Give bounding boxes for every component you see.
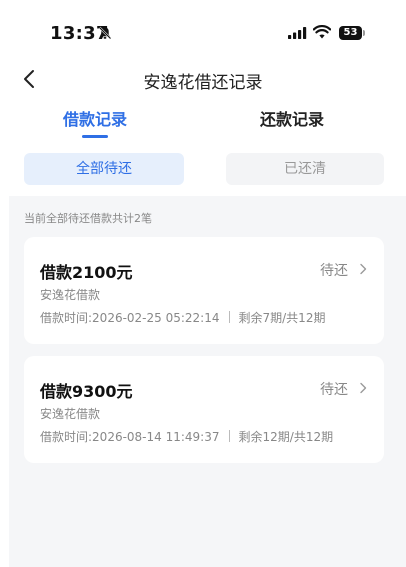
loan-remaining: 剩余12期/共12期 [238,430,334,444]
chevron-right-icon[interactable] [359,382,367,394]
loan-amount: 借款9300元 [40,382,133,401]
pending-summary: 当前全部待还借款共计2笔 [24,212,152,225]
status-bar: 13:37 53 [0,0,406,66]
record-tabs: 借款记录 还款记录 [0,106,406,140]
divider [228,430,230,442]
loan-status[interactable]: 待还 [320,260,348,280]
loan-remaining: 剩余7期/共12期 [238,311,326,325]
wifi-icon [313,25,331,39]
tab-repay-records[interactable]: 还款记录 [260,106,324,130]
loan-product: 安逸花借款 [40,407,101,421]
loan-info: 借款时间:2026-08-14 11:49:37 剩余12期/共12期 [40,428,333,445]
loan-product: 安逸花借款 [40,288,101,302]
active-tab-indicator [82,135,108,138]
battery-icon: 53 [339,26,365,40]
cellular-signal-icon [288,27,307,39]
bell-mute-icon [98,26,112,40]
page-title: 安逸花借还记录 [143,73,263,93]
loan-card[interactable]: 借款2100元 待还 安逸花借款 借款时间:2026-02-25 05:22:1… [24,237,384,344]
loan-card[interactable]: 借款9300元 待还 安逸花借款 借款时间:2026-08-14 11:49:3… [24,356,384,463]
tab-borrow-records[interactable]: 借款记录 [63,106,127,130]
loan-info: 借款时间:2026-02-25 05:22:14 剩余7期/共12期 [40,309,325,326]
loan-date: 借款时间:2026-02-25 05:22:14 [40,311,220,325]
loan-status[interactable]: 待还 [320,379,348,399]
loan-date: 借款时间:2026-08-14 11:49:37 [40,430,220,444]
filter-all-pending[interactable]: 全部待还 [24,153,184,185]
loan-amount: 借款2100元 [40,263,133,282]
battery-level: 53 [339,26,362,40]
nav-header: 安逸花借还记录 [0,60,406,100]
filter-cleared[interactable]: 已还清 [226,153,384,185]
divider [228,311,230,323]
chevron-right-icon[interactable] [359,263,367,275]
